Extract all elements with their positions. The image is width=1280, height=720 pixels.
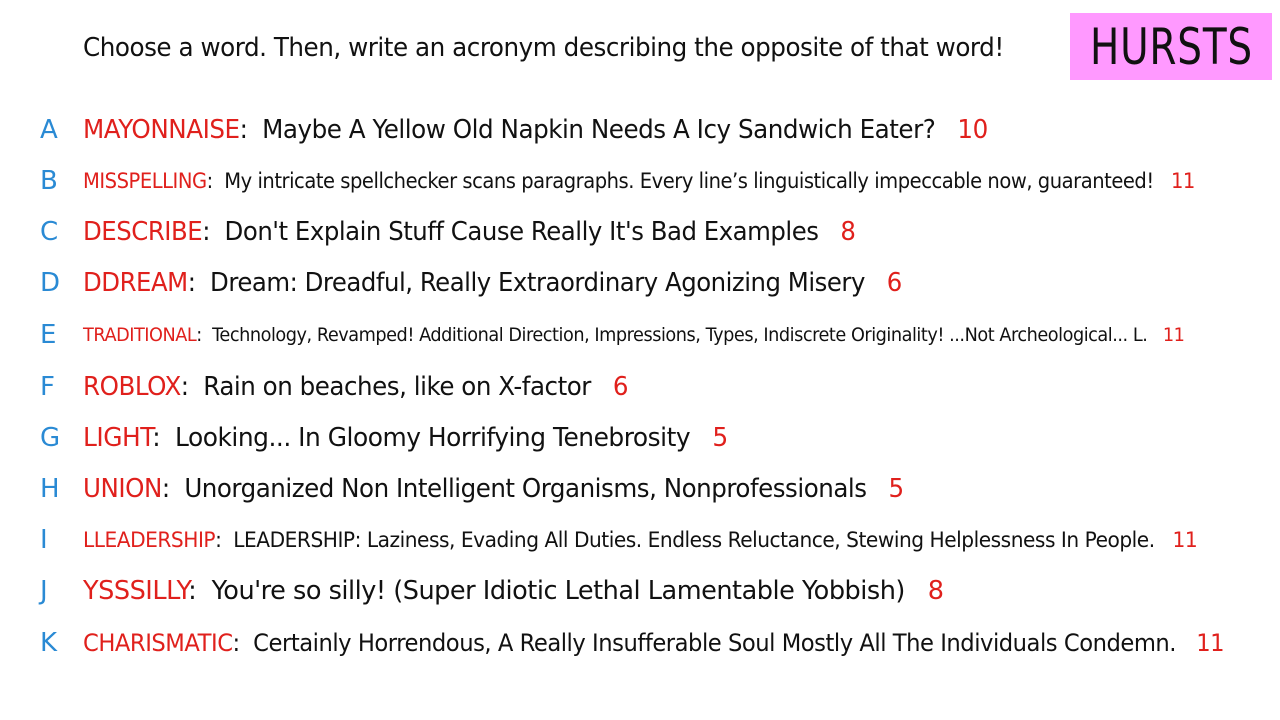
answer-row: H UNION: Unorganized Non Intelligent Orga…	[0, 469, 1280, 509]
row-letter: K	[40, 628, 57, 658]
target-word: TRADITIONAL	[83, 324, 197, 346]
row-content: DDREAM: Dream: Dreadful, Really Extraord…	[83, 263, 902, 303]
row-letter: I	[40, 525, 48, 555]
colon-separator: :	[202, 217, 225, 247]
answer-row: G LIGHT: Looking... In Gloomy Horrifying …	[0, 418, 1280, 458]
colon-separator: :	[196, 324, 213, 346]
answer-row: B MISSPELLING: My intricate spellchecker …	[0, 161, 1280, 201]
acronym-text: My intricate spellchecker scans paragrap…	[224, 169, 1154, 193]
row-content: TRADITIONAL: Technology, Revamped! Addit…	[83, 315, 1185, 355]
answer-row: I LLEADERSHIP: LEADERSHIP: Laziness, Evad…	[0, 520, 1280, 560]
target-word: YSSSILLY	[83, 576, 189, 606]
letter-count: 11	[1170, 169, 1195, 193]
acronym-text: Unorganized Non Intelligent Organisms, N…	[184, 474, 867, 504]
answer-row: J YSSSILLY: You're so silly! (Super Idiot…	[0, 571, 1280, 611]
target-word: DDREAM	[83, 268, 188, 298]
acronym-text: Technology, Revamped! Additional Directi…	[212, 324, 1148, 346]
brand-name: HURSTS	[1089, 17, 1253, 76]
letter-count: 11	[1172, 528, 1198, 552]
target-word: UNION	[83, 474, 162, 504]
colon-separator: :	[187, 268, 211, 298]
row-content: YSSSILLY: You're so silly! (Super Idioti…	[83, 571, 944, 611]
row-content: LLEADERSHIP: LEADERSHIP: Laziness, Evadi…	[83, 520, 1198, 560]
row-letter: F	[40, 372, 55, 402]
answer-row: A MAYONNAISE: Maybe A Yellow Old Napkin N…	[0, 110, 1280, 150]
acronym-text: Don't Explain Stuff Cause Really It's Ba…	[224, 217, 819, 247]
acronym-text: Looking... In Gloomy Horrifying Tenebros…	[175, 423, 691, 453]
letter-count: 10	[957, 115, 988, 145]
letter-count: 8	[927, 576, 944, 606]
target-word: LIGHT	[83, 423, 153, 453]
colon-separator: :	[239, 115, 263, 145]
row-letter: A	[40, 115, 58, 145]
acronym-text: LEADERSHIP: Laziness, Evading All Duties…	[233, 528, 1155, 552]
letter-count: 11	[1162, 324, 1185, 346]
row-letter: C	[40, 217, 58, 247]
acronym-text: You're so silly! (Super Idiotic Lethal L…	[211, 576, 906, 606]
row-letter: D	[40, 268, 60, 298]
letter-count: 8	[840, 217, 856, 247]
colon-separator: :	[188, 576, 212, 606]
letter-count: 5	[712, 423, 728, 453]
row-content: DESCRIBE: Don't Explain Stuff Cause Real…	[83, 212, 856, 252]
prompt-text: Choose a word. Then, write an acronym de…	[83, 33, 1004, 63]
target-word: ROBLOX	[83, 372, 181, 402]
row-content: MAYONNAISE: Maybe A Yellow Old Napkin Ne…	[83, 110, 988, 150]
target-word: LLEADERSHIP	[83, 528, 216, 552]
target-word: CHARISMATIC	[83, 629, 233, 657]
letter-count: 11	[1196, 629, 1225, 657]
colon-separator: :	[180, 372, 204, 402]
row-content: MISSPELLING: My intricate spellchecker s…	[83, 161, 1195, 201]
answer-row: E TRADITIONAL: Technology, Revamped! Addi…	[0, 315, 1280, 355]
row-letter: E	[40, 320, 56, 350]
acronym-text: Rain on beaches, like on X-factor	[203, 372, 591, 402]
row-content: ROBLOX: Rain on beaches, like on X-facto…	[83, 367, 629, 407]
answer-row: K CHARISMATIC: Certainly Horrendous, A Re…	[0, 623, 1280, 663]
quiz-slide: Choose a word. Then, write an acronym de…	[0, 0, 1280, 720]
letter-count: 6	[886, 268, 903, 298]
colon-separator: :	[215, 528, 234, 552]
brand-badge: HURSTS	[1070, 13, 1272, 80]
answer-row: F ROBLOX: Rain on beaches, like on X-fact…	[0, 367, 1280, 407]
acronym-text: Maybe A Yellow Old Napkin Needs A Icy Sa…	[262, 115, 936, 145]
row-content: CHARISMATIC: Certainly Horrendous, A Rea…	[83, 623, 1225, 663]
target-word: MAYONNAISE	[83, 115, 240, 145]
row-letter: H	[40, 474, 60, 504]
row-letter: G	[40, 423, 60, 453]
colon-separator: :	[206, 169, 225, 193]
answer-row: D DDREAM: Dream: Dreadful, Really Extraor…	[0, 263, 1280, 303]
colon-separator: :	[232, 629, 254, 657]
row-letter: B	[40, 166, 58, 196]
acronym-text: Certainly Horrendous, A Really Insuffera…	[253, 629, 1177, 657]
answer-row: C DESCRIBE: Don't Explain Stuff Cause Rea…	[0, 212, 1280, 252]
letter-count: 6	[612, 372, 629, 402]
row-letter: J	[40, 576, 48, 606]
colon-separator: :	[152, 423, 176, 453]
row-content: UNION: Unorganized Non Intelligent Organ…	[83, 469, 904, 509]
target-word: DESCRIBE	[83, 217, 203, 247]
row-content: LIGHT: Looking... In Gloomy Horrifying T…	[83, 418, 728, 458]
acronym-text: Dream: Dreadful, Really Extraordinary Ag…	[210, 268, 865, 298]
colon-separator: :	[161, 474, 185, 504]
target-word: MISSPELLING	[83, 169, 207, 193]
letter-count: 5	[888, 474, 905, 504]
